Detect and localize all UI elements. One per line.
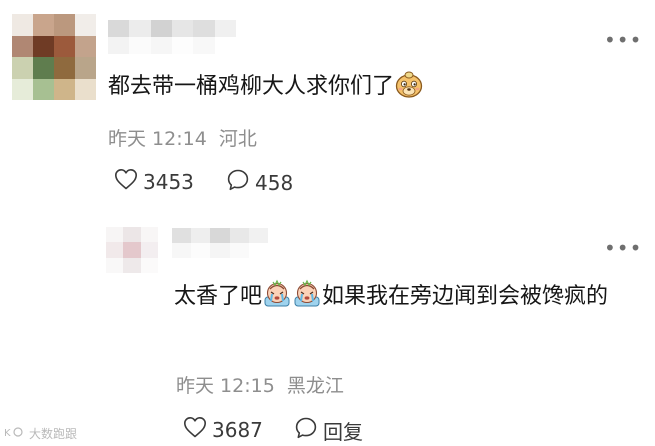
mosaic-tile bbox=[210, 228, 230, 243]
reply-time: 昨天 12:15 bbox=[176, 375, 275, 397]
reply-count: 458 bbox=[255, 170, 294, 195]
comment-bubble-icon bbox=[294, 416, 318, 445]
reply-button[interactable]: 回复 bbox=[294, 416, 363, 445]
mosaic-tile bbox=[75, 57, 96, 79]
mosaic-tile bbox=[140, 242, 158, 258]
reply-count-button[interactable]: 458 bbox=[226, 168, 293, 197]
mosaic-tile bbox=[210, 243, 230, 258]
comment-location: 河北 bbox=[218, 128, 257, 150]
reply-text-part2: 如果我在旁边闻到会被馋疯的 bbox=[322, 284, 609, 309]
mosaic-tile bbox=[172, 228, 192, 243]
more-icon[interactable]: ••• bbox=[604, 28, 642, 52]
svg-text:K: K bbox=[4, 428, 11, 439]
like-heart-icon bbox=[114, 168, 138, 195]
mosaic-tile bbox=[33, 57, 54, 79]
mosaic-tile bbox=[12, 35, 33, 57]
like-button[interactable]: 3453 bbox=[114, 168, 194, 195]
mosaic-tile bbox=[108, 20, 130, 37]
mosaic-tile bbox=[214, 37, 236, 54]
reply-location: 黑龙江 bbox=[286, 375, 344, 397]
mosaic-tile bbox=[191, 243, 211, 258]
reply-text-part1: 太香了吧 bbox=[174, 284, 263, 309]
mosaic-tile bbox=[33, 35, 54, 57]
mosaic-tile bbox=[75, 35, 96, 57]
mosaic-tile bbox=[54, 14, 75, 36]
mosaic-tile bbox=[106, 257, 124, 273]
reply-username-blurred[interactable] bbox=[172, 228, 268, 258]
mosaic-tile bbox=[54, 57, 75, 79]
reply-more-icon[interactable]: ••• bbox=[604, 236, 642, 260]
mosaic-tile bbox=[12, 57, 33, 79]
reply-avatar[interactable] bbox=[106, 227, 158, 273]
mosaic-tile bbox=[229, 228, 249, 243]
mosaic-tile bbox=[150, 37, 172, 54]
watermark: K 大数跑跟 bbox=[4, 425, 77, 442]
reply-like-count: 3687 bbox=[212, 417, 263, 442]
comment-meta: 昨天 12:14 河北 bbox=[108, 124, 257, 151]
avatar[interactable] bbox=[12, 14, 96, 100]
reply-content: 太香了吧 如果我在旁边闻到会被馋疯的 bbox=[174, 279, 629, 321]
mosaic-tile bbox=[123, 242, 141, 258]
mosaic-tile bbox=[191, 228, 211, 243]
comment-bubble-icon bbox=[226, 168, 250, 197]
mosaic-tile bbox=[12, 78, 33, 100]
mosaic-tile bbox=[214, 20, 236, 37]
mosaic-tile bbox=[123, 227, 141, 243]
mosaic-tile bbox=[123, 257, 141, 273]
reply-like-button[interactable]: 3687 bbox=[183, 416, 263, 443]
mosaic-tile bbox=[106, 242, 124, 258]
like-heart-icon bbox=[183, 416, 207, 443]
username-blurred[interactable] bbox=[108, 20, 236, 54]
mosaic-tile bbox=[172, 20, 194, 37]
mosaic-tile bbox=[172, 243, 192, 258]
mosaic-tile bbox=[129, 37, 151, 54]
reply-label: 回复 bbox=[323, 420, 363, 444]
mosaic-tile bbox=[172, 37, 194, 54]
mosaic-tile bbox=[54, 78, 75, 100]
like-count: 3453 bbox=[143, 169, 194, 194]
crying-face-icon bbox=[262, 279, 292, 321]
mosaic-tile bbox=[150, 20, 172, 37]
mosaic-tile bbox=[33, 78, 54, 100]
crying-face-icon bbox=[292, 279, 322, 321]
mosaic-tile bbox=[193, 37, 215, 54]
mosaic-tile bbox=[12, 14, 33, 36]
mosaic-tile bbox=[54, 35, 75, 57]
watermark-logo-icon: K bbox=[4, 425, 26, 442]
doge-icon bbox=[394, 69, 424, 111]
mosaic-tile bbox=[33, 14, 54, 36]
watermark-text: 大数跑跟 bbox=[29, 427, 78, 441]
mosaic-tile bbox=[193, 20, 215, 37]
mosaic-tile bbox=[229, 243, 249, 258]
mosaic-tile bbox=[140, 227, 158, 243]
mosaic-tile bbox=[106, 227, 124, 243]
mosaic-tile bbox=[75, 14, 96, 36]
comment-text: 都去带一桶鸡柳大人求你们了 bbox=[108, 74, 395, 99]
mosaic-tile bbox=[129, 20, 151, 37]
mosaic-tile bbox=[248, 243, 268, 258]
reply-meta: 昨天 12:15 黑龙江 bbox=[176, 371, 344, 398]
mosaic-tile bbox=[108, 37, 130, 54]
comment-time: 昨天 12:14 bbox=[108, 128, 207, 150]
mosaic-tile bbox=[140, 257, 158, 273]
mosaic-tile bbox=[248, 228, 268, 243]
comment-content: 都去带一桶鸡柳大人求你们了 bbox=[108, 69, 628, 111]
mosaic-tile bbox=[75, 78, 96, 100]
